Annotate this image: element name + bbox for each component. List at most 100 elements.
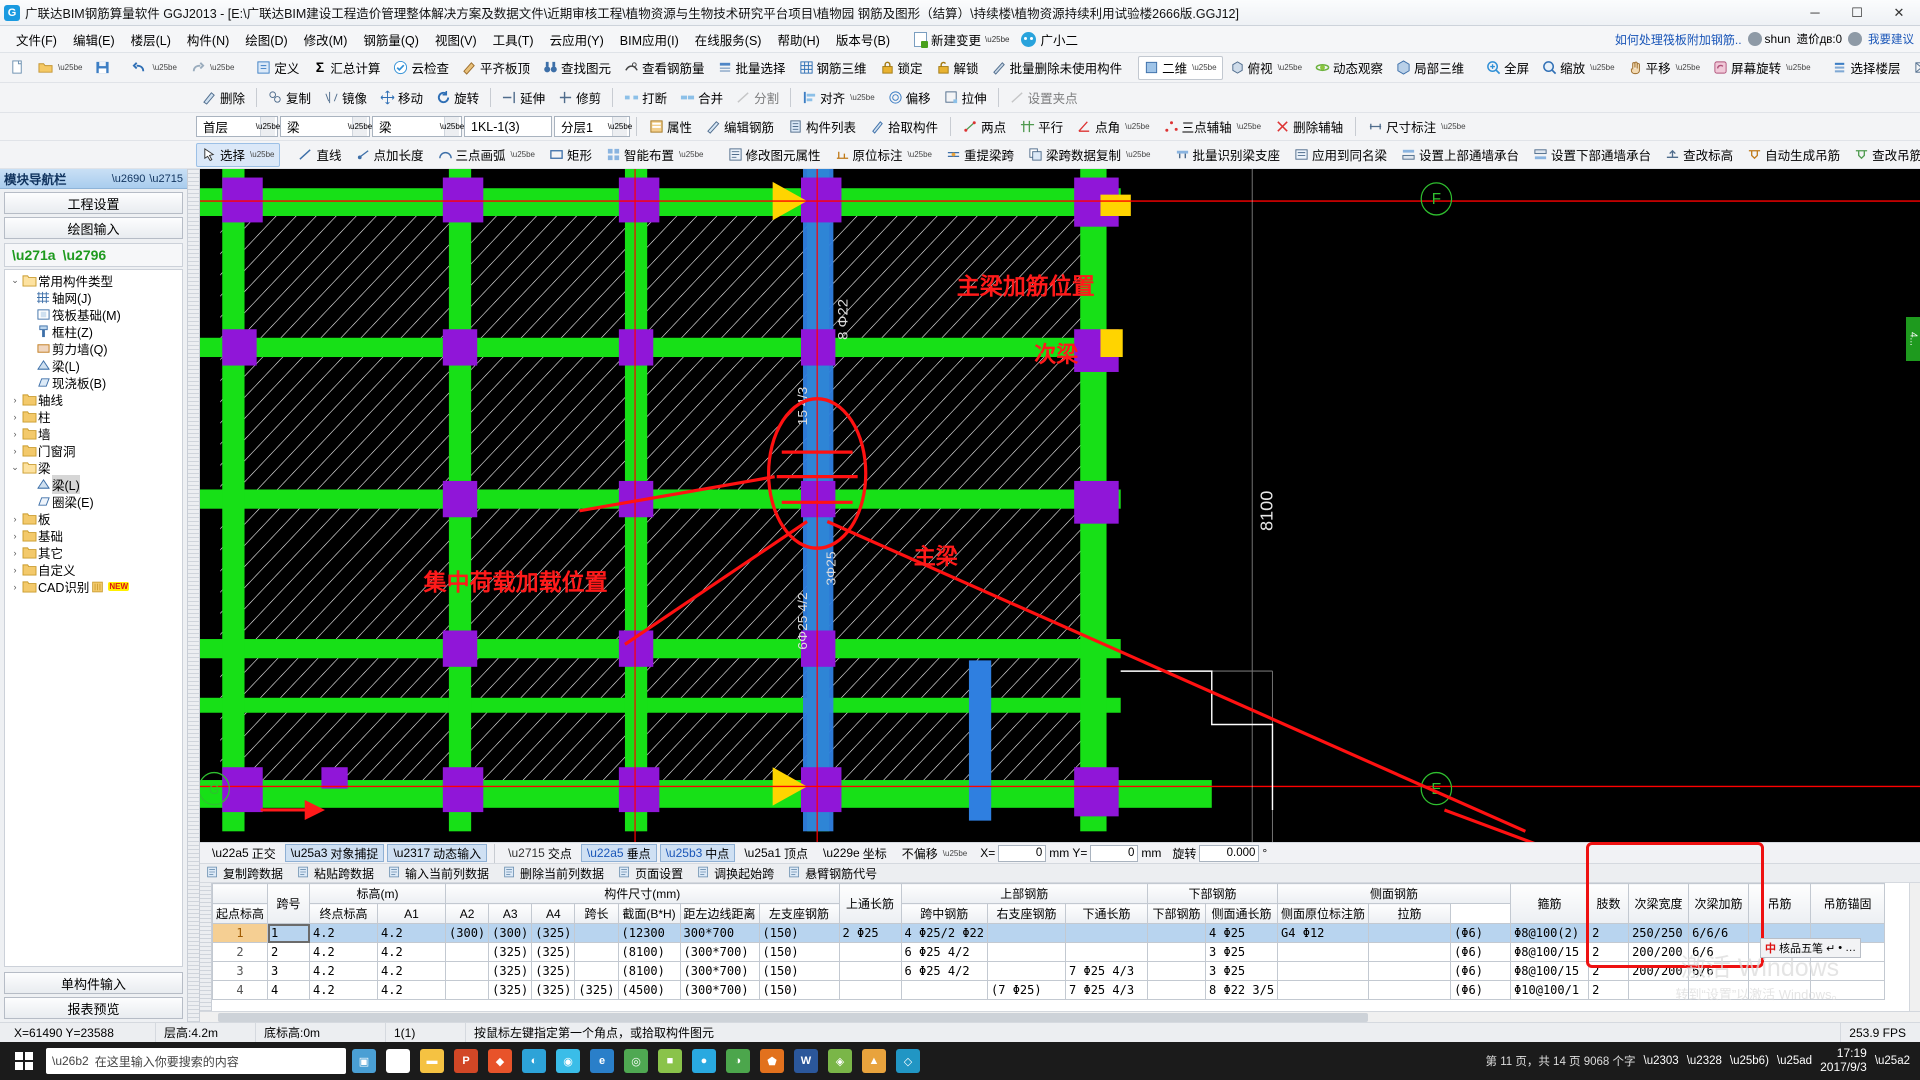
taskbar-app-14[interactable]: ◈	[824, 1044, 856, 1078]
table-cell-span_no[interactable]: 3	[267, 961, 311, 981]
tree-node-0[interactable]: ⌄ 常用构件类型	[5, 272, 182, 289]
table-cell-tie[interactable]: (Φ6)	[1450, 961, 1512, 981]
draw-input-button[interactable]: 绘图输入	[4, 217, 183, 239]
tree-node-3[interactable]: 框柱(Z)	[5, 323, 182, 340]
table-cell-side_inplace[interactable]	[1368, 980, 1452, 1000]
menu-item-rebar[interactable]: 钢筋量(Q)	[355, 27, 427, 52]
close-button[interactable]: ✕	[1878, 0, 1920, 26]
category-select[interactable]: 梁 \u25be	[280, 116, 372, 137]
dimension-button[interactable]: 尺寸标注 \u25be	[1362, 115, 1471, 139]
table-cell-span_len[interactable]: (12300	[617, 923, 681, 943]
dynamic-input-toggle[interactable]: \u2317 动态输入	[387, 844, 488, 862]
new-file-button[interactable]	[4, 56, 31, 80]
tree-node-11[interactable]: ⌄ 梁	[5, 459, 182, 476]
taskbar-app-2[interactable]: ▬	[416, 1044, 448, 1078]
align-button[interactable]: 对齐 \u25be	[796, 86, 880, 110]
tree-node-12[interactable]: 梁(L)	[5, 475, 182, 494]
tree-expander-icon[interactable]: ⌄	[9, 275, 21, 286]
view-2d-button[interactable]: 二维 \u25be	[1138, 55, 1223, 80]
table-horizontal-scrollbar[interactable]	[200, 1011, 1920, 1022]
table-row-header[interactable]: 3	[212, 961, 269, 981]
tree-node-18[interactable]: › CAD识别 NEW	[5, 578, 182, 595]
table-sub-header-14[interactable]: 侧面通长筋	[1205, 903, 1279, 924]
three-point-arc-button[interactable]: 三点画弧 \u25be	[432, 143, 541, 167]
in-place-annotate-button[interactable]: 原位标注 \u25be	[829, 143, 938, 167]
rebar-3d-button[interactable]: 钢筋三维	[793, 56, 873, 80]
check-elevation-button[interactable]: 查改标高	[1659, 143, 1739, 167]
move-button[interactable]: 移动	[374, 86, 429, 110]
table-cell-left_support[interactable]: 6 Φ25 4/2	[900, 961, 989, 981]
component-tree[interactable]: ⌄ 常用构件类型 轴网(J) 筏板基础(M) 框柱(Z) 剪力墙(Q) 梁(L) 现浇板(B)…	[4, 269, 183, 967]
menu-item-bim[interactable]: BIM应用(I)	[612, 27, 687, 52]
table-cell-stirrup[interactable]: Φ8@100/15	[1510, 961, 1590, 981]
table-group-header-5[interactable]: 上部钢筋	[900, 883, 1149, 904]
batch-delete-unused-button[interactable]: 批量删除未使用构件	[986, 56, 1129, 80]
dynamic-orbit-button[interactable]: 动态观察	[1309, 56, 1389, 80]
menu-item-help[interactable]: 帮助(H)	[769, 27, 827, 52]
wireframe-button[interactable]: 线框	[1908, 56, 1920, 80]
right-slide-tab[interactable]: 4...	[1906, 317, 1920, 361]
menu-item-cloud[interactable]: 云应用(Y)	[542, 27, 612, 52]
rectangle-button[interactable]: 矩形	[543, 143, 598, 167]
table-cell-right_support[interactable]	[1065, 942, 1149, 962]
member-select[interactable]: 1KL-1(3)	[464, 116, 552, 137]
table-cell-bottom_rebar[interactable]: 3 Φ25	[1205, 961, 1279, 981]
table-cell-legs[interactable]: 2	[1588, 942, 1630, 962]
tree-node-14[interactable]: › 板	[5, 510, 182, 527]
taskbar-app-10[interactable]: ●	[688, 1044, 720, 1078]
table-cell-a4[interactable]	[574, 942, 619, 962]
table-group-header-7[interactable]: 侧面钢筋	[1277, 883, 1512, 904]
copy-span-data-button[interactable]: 梁跨数据复制 \u25be	[1022, 143, 1156, 167]
table-cell-stirrup[interactable]: Φ8@100(2)	[1510, 923, 1590, 943]
stretch-button[interactable]: 拉伸	[938, 86, 993, 110]
local-3d-button[interactable]: 局部三维	[1390, 56, 1470, 80]
table-cell-mid_span[interactable]: (7 Φ25)	[987, 980, 1067, 1000]
set-upper-support-button[interactable]: 设置上部通墙承台	[1395, 143, 1525, 167]
table-cell-start_elev[interactable]: 4.2	[309, 980, 379, 1000]
top-view-button[interactable]: 俯视 \u25be	[1224, 56, 1308, 80]
table-cell-a2[interactable]: (325)	[488, 980, 533, 1000]
table-cell-bottom_rebar[interactable]: 4 Φ25	[1205, 923, 1279, 943]
table-cell-start_elev[interactable]: 4.2	[309, 942, 379, 962]
layer-select[interactable]: 分层1 \u25be	[554, 116, 632, 137]
pan-button[interactable]: 平移 \u25be	[1622, 56, 1706, 80]
set-lower-support-button[interactable]: 设置下部通墙承台	[1527, 143, 1657, 167]
table-cell-sec_beam_rebar[interactable]	[1688, 980, 1750, 1000]
tree-node-4[interactable]: 剪力墙(Q)	[5, 340, 182, 357]
maximize-button[interactable]: ☐	[1836, 0, 1878, 26]
mirror-button[interactable]: 镜像	[318, 86, 373, 110]
table-cell-side_through[interactable]	[1277, 961, 1370, 981]
ime-dot-button[interactable]: •	[1838, 942, 1842, 954]
taskbar-app-8[interactable]: ◎	[620, 1044, 652, 1078]
span-tool-6[interactable]: 悬臂钢筋代号	[788, 865, 877, 882]
table-cell-a3[interactable]: (325)	[531, 980, 576, 1000]
table-cell-top_through[interactable]	[838, 942, 902, 962]
table-cell-a2[interactable]: (325)	[488, 942, 533, 962]
table-cell-hanger[interactable]	[1748, 961, 1812, 981]
table-group-header-12[interactable]: 吊筋	[1748, 883, 1812, 924]
table-row[interactable]: 2 2 4.2 4.2 (325) (325) (8100) (300*700) (150) 6 …	[212, 942, 1886, 962]
menu-item-floor[interactable]: 楼层(L)	[123, 27, 179, 52]
table-cell-span_no[interactable]: 1	[267, 923, 311, 943]
table-cell-dist_left[interactable]: (150)	[758, 980, 840, 1000]
table-cell-mid_span[interactable]	[987, 961, 1067, 981]
y-input[interactable]	[1090, 844, 1139, 862]
rotate-input[interactable]	[1199, 844, 1260, 862]
tree-node-10[interactable]: › 门窗洞	[5, 442, 182, 459]
batch-select-button[interactable]: 批量选择	[712, 56, 792, 80]
apply-same-name-button[interactable]: 应用到同名梁	[1288, 143, 1393, 167]
taskbar-app-1[interactable]: ○	[382, 1044, 414, 1078]
view-rebar-button[interactable]: 查看钢筋量	[618, 56, 711, 80]
trim-button[interactable]: 修剪	[552, 86, 607, 110]
table-cell-hanger_anchor[interactable]	[1810, 961, 1886, 981]
table-cell-left_support[interactable]: 4 Φ25/2 Φ22	[900, 923, 989, 943]
taskbar-app-6[interactable]: ◉	[552, 1044, 584, 1078]
table-cell-start_elev[interactable]: 4.2	[309, 923, 379, 943]
tree-node-8[interactable]: › 柱	[5, 408, 182, 425]
x-input[interactable]	[998, 844, 1047, 862]
scrollbar-thumb[interactable]	[218, 1013, 1368, 1022]
table-cell-sec_beam_width[interactable]: 200/200	[1628, 942, 1690, 962]
offset-button[interactable]: 偏移	[882, 86, 937, 110]
tree-expander-icon[interactable]: ›	[9, 446, 21, 456]
pin-icon[interactable]: \u2690	[112, 173, 146, 185]
